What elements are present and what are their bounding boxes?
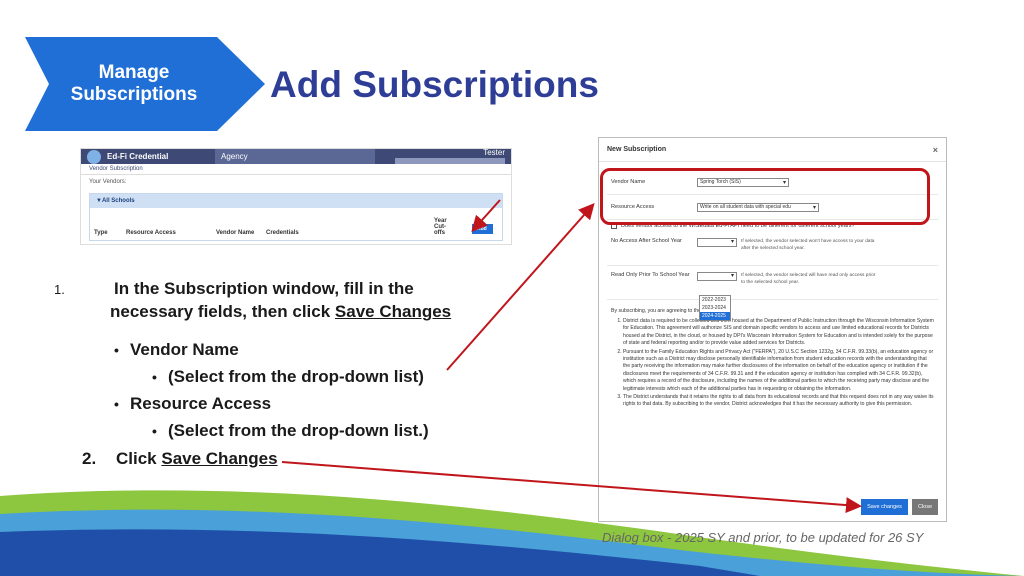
user-name: Tester	[483, 148, 505, 157]
app-header: Ed-Fi Credential Agency Tester	[81, 148, 511, 166]
vendor-table-header: Type Resource Access Vendor Name Credent…	[90, 208, 502, 240]
year-option[interactable]: 2022-2023	[700, 296, 730, 304]
bullet-vendor-name: Vendor Name	[114, 339, 462, 361]
year-option-selected[interactable]: 2024-2025	[700, 312, 730, 320]
field-list: Vendor Name (Select from the drop-down l…	[114, 339, 462, 442]
redacted-agency-name	[395, 158, 505, 165]
read-only-label: Read Only Prior To School Year	[611, 272, 690, 278]
vendor-subscription-tab[interactable]: Vendor Subscription	[81, 164, 511, 175]
close-button[interactable]: Close	[911, 499, 938, 515]
dialog-footer: Save changes Close	[861, 499, 938, 515]
step-2-text: Click	[116, 449, 162, 468]
section-tab: Manage Subscriptions	[25, 37, 265, 131]
step-1-number: 1.	[54, 282, 65, 297]
section-tab-line2: Subscriptions	[70, 84, 198, 105]
agreement-term: District data is required to be collecte…	[623, 318, 934, 348]
dialog-title: New Subscription	[607, 146, 667, 153]
bullet-resource-dropdown: (Select from the drop-down list.)	[152, 420, 462, 442]
agreement-term: The District understands that it retains…	[623, 394, 934, 409]
column-header: Credentials	[266, 230, 299, 236]
agreement-term: Pursuant to the Family Education Rights …	[623, 349, 934, 393]
read-only-hint: If selected, the vendor selected will ha…	[741, 273, 876, 285]
agency-tab[interactable]: Agency	[215, 149, 375, 164]
required-fields-highlight	[600, 168, 930, 225]
bullet-resource-access: Resource Access	[114, 393, 462, 415]
all-schools-panel: ▼All Schools Type Resource Access Vendor…	[89, 193, 503, 241]
step-1-save-link: Save Changes	[334, 302, 452, 321]
user-menu[interactable]: Tester	[375, 148, 511, 166]
step-2: 2. Click Save Changes	[82, 448, 462, 470]
app-logo-icon	[87, 149, 101, 164]
step-1: 1. In the Subscription window, fill in th…	[54, 278, 462, 323]
dialog-header: New Subscription ×	[599, 138, 946, 162]
vendor-subscription-screenshot: Ed-Fi Credential Agency Tester Vendor Su…	[80, 148, 512, 245]
no-access-hint: If selected, the vendor selected won't h…	[741, 239, 875, 251]
save-changes-button[interactable]: Save changes	[861, 499, 908, 515]
app-brand: Ed-Fi Credential	[107, 152, 169, 161]
agreement-intro: By subscribing, you are agreeing to the …	[611, 308, 725, 314]
agreement-terms: District data is required to be collecte…	[623, 318, 934, 409]
read-only-select[interactable]	[697, 272, 737, 281]
slide-title: Add Subscriptions	[270, 64, 599, 105]
year-option[interactable]: 2023-2024	[700, 304, 730, 312]
bullet-vendor-dropdown: (Select from the drop-down list)	[152, 366, 462, 388]
column-header: Type	[94, 230, 108, 236]
column-header: Resource Access	[126, 230, 176, 236]
close-icon[interactable]: ×	[933, 145, 938, 155]
column-header: Year Cut-offs	[434, 218, 447, 236]
step-2-save-link: Save Changes	[161, 449, 278, 468]
instructions: 1. In the Subscription window, fill in th…	[54, 278, 462, 470]
all-schools-header[interactable]: ▼All Schools	[90, 194, 502, 208]
add-button[interactable]: Add	[472, 224, 493, 234]
no-access-select[interactable]	[697, 238, 737, 247]
step-2-number: 2.	[82, 449, 97, 468]
your-vendors-label: Your Vendors:	[89, 179, 127, 185]
no-access-label: No Access After School Year	[611, 238, 682, 244]
caption: Dialog box - 2025 SY and prior, to be up…	[602, 530, 924, 545]
read-only-row: Read Only Prior To School Year If select…	[607, 266, 938, 300]
section-tab-line1: Manage	[98, 62, 170, 83]
column-header: Vendor Name	[216, 230, 255, 236]
no-access-row: No Access After School Year If selected,…	[607, 232, 938, 266]
school-year-dropdown: 2022-2023 2023-2024 2024-2025	[699, 295, 731, 321]
